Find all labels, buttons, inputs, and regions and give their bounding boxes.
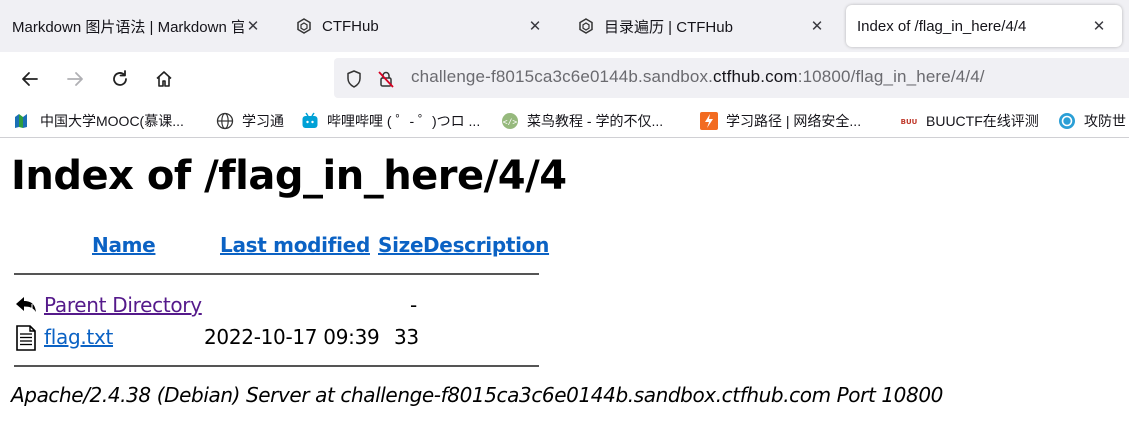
reload-icon bbox=[113, 70, 127, 86]
bookmark-label: 中国大学MOOC(慕课... bbox=[40, 113, 184, 129]
parent-directory-link[interactable]: Parent Directory bbox=[44, 293, 202, 317]
back-arrow-icon bbox=[22, 72, 38, 86]
bookmark-label: 攻防世 bbox=[1084, 113, 1126, 129]
divider bbox=[14, 273, 539, 275]
svg-text:BUU: BUU bbox=[901, 118, 918, 126]
column-name-link[interactable]: Name bbox=[92, 233, 156, 257]
buuctf-icon: BUU bbox=[900, 112, 918, 130]
bookmarks-bar: 中国大学MOOC(慕课... 学习通 哔哩哔哩 ( ゜- ゜)つロ ... </… bbox=[0, 105, 1129, 138]
row-modified: 2022-10-17 09:39 bbox=[204, 325, 380, 349]
flag-txt-link[interactable]: flag.txt bbox=[44, 325, 113, 349]
url-prefix: challenge-f8015ca3c6e0144b.sandbox. bbox=[411, 67, 714, 86]
home-button[interactable] bbox=[150, 65, 178, 93]
server-signature: Apache/2.4.38 (Debian) Server at challen… bbox=[11, 383, 943, 407]
svg-text:</>: </> bbox=[503, 118, 518, 127]
page-title: Index of /flag_in_here/4/4 bbox=[11, 153, 567, 199]
tab-index-of[interactable]: Index of /flag_in_here/4/4 ✕ bbox=[846, 5, 1122, 47]
divider bbox=[14, 365, 539, 367]
mooc-icon bbox=[14, 112, 32, 130]
tab-title: Index of /flag_in_here/4/4 bbox=[857, 17, 1027, 35]
column-description-link[interactable]: Description bbox=[423, 233, 549, 257]
bookmark-runoob[interactable]: </> 菜鸟教程 - 学的不仅... bbox=[501, 111, 663, 131]
address-bar[interactable]: challenge-f8015ca3c6e0144b.sandbox.ctfhu… bbox=[334, 58, 1129, 98]
runoob-icon: </> bbox=[501, 112, 519, 130]
back-arrow-icon bbox=[14, 292, 38, 316]
url-suffix: :10800/flag_in_here/4/4/ bbox=[797, 67, 985, 86]
home-icon bbox=[156, 71, 172, 87]
forward-button[interactable] bbox=[61, 65, 89, 93]
bookmark-adworld[interactable]: 攻防世 bbox=[1058, 111, 1126, 131]
tab-markdown[interactable]: Markdown 图片语法 | Markdown 官 ✕ bbox=[0, 0, 276, 52]
insecure-lock-icon[interactable] bbox=[376, 69, 396, 89]
bookmark-label: BUUCTF在线评测 bbox=[926, 113, 1039, 129]
bilibili-icon bbox=[301, 112, 319, 130]
tab-ctfhub[interactable]: CTFHub ✕ bbox=[282, 0, 558, 52]
reload-button[interactable] bbox=[106, 65, 134, 93]
page-content: Index of /flag_in_here/4/4 Name Last mod… bbox=[0, 139, 1129, 422]
column-last-modified-link[interactable]: Last modified bbox=[220, 233, 370, 257]
ctfhub-icon bbox=[296, 18, 312, 34]
nav-bar: challenge-f8015ca3c6e0144b.sandbox.ctfhu… bbox=[0, 52, 1129, 105]
close-icon[interactable]: ✕ bbox=[526, 17, 544, 35]
adworld-icon bbox=[1058, 112, 1076, 130]
url-host: ctfhub.com bbox=[713, 67, 798, 86]
text-file-icon bbox=[14, 325, 38, 351]
tab-strip: Markdown 图片语法 | Markdown 官 ✕ CTFHub ✕ 目录… bbox=[0, 0, 1129, 52]
back-button[interactable] bbox=[16, 65, 44, 93]
bookmark-learning-path[interactable]: 学习路径 | 网络安全... bbox=[700, 111, 861, 131]
bookmark-bilibili[interactable]: 哔哩哔哩 ( ゜- ゜)つロ ... bbox=[301, 111, 480, 131]
bookmark-label: 哔哩哔哩 ( ゜- ゜)つロ ... bbox=[327, 113, 481, 129]
forward-arrow-icon bbox=[67, 72, 83, 86]
globe-icon bbox=[216, 112, 234, 130]
path-icon bbox=[700, 112, 718, 130]
tab-title: Markdown 图片语法 | Markdown 官 bbox=[12, 18, 244, 36]
shield-icon[interactable] bbox=[344, 69, 364, 89]
close-icon[interactable]: ✕ bbox=[808, 17, 826, 35]
url-text[interactable]: challenge-f8015ca3c6e0144b.sandbox.ctfhu… bbox=[411, 67, 985, 87]
bookmark-label: 学习路径 | 网络安全... bbox=[726, 113, 862, 129]
tab-directory-traversal[interactable]: 目录遍历 | CTFHub ✕ bbox=[564, 0, 840, 52]
row-size: 33 bbox=[394, 325, 419, 349]
row-size: - bbox=[410, 293, 417, 317]
close-icon[interactable]: ✕ bbox=[244, 17, 262, 35]
bookmark-label: 菜鸟教程 - 学的不仅... bbox=[527, 113, 664, 129]
ctfhub-icon bbox=[578, 18, 594, 34]
bookmark-label: 学习通 bbox=[242, 113, 284, 129]
close-icon[interactable]: ✕ bbox=[1090, 17, 1108, 35]
column-size-link[interactable]: Size bbox=[378, 233, 424, 257]
bookmark-mooc[interactable]: 中国大学MOOC(慕课... bbox=[14, 111, 184, 131]
bookmark-buuctf[interactable]: BUU BUUCTF在线评测 bbox=[900, 111, 1039, 131]
bookmark-xuexitong[interactable]: 学习通 bbox=[216, 111, 284, 131]
tab-title: CTFHub bbox=[322, 17, 379, 35]
tab-title: 目录遍历 | CTFHub bbox=[604, 18, 733, 36]
